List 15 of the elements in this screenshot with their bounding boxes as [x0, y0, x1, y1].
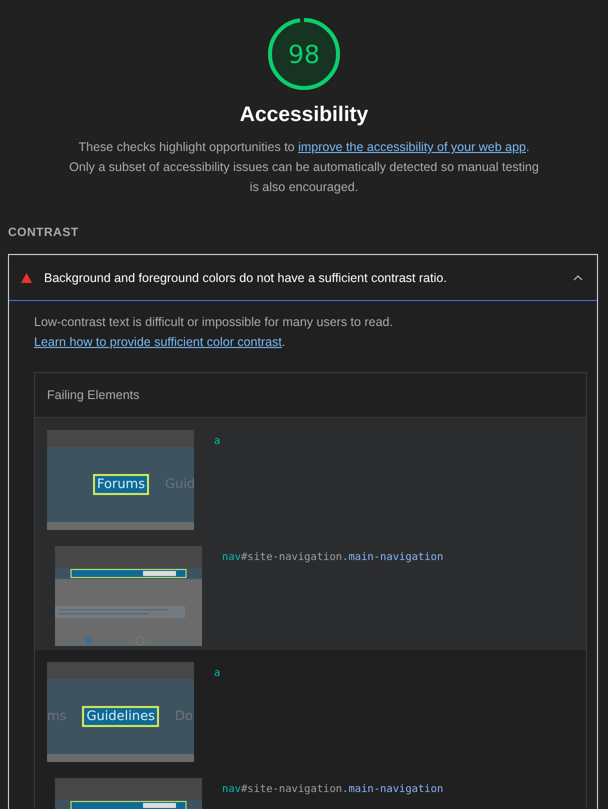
audit-description: Low-contrast text is difficult or impossible for many users to read. Learn how to provide sufficient color contrast. [34, 314, 394, 351]
audit-title: Background and foreground colors do not have a sufficient contrast ratio. [44, 270, 448, 284]
element-selector: nav#site-navigation.main-navigation [222, 551, 444, 563]
node-name: a [214, 667, 220, 679]
link[interactable]: improve the accessibility of your web app [298, 140, 526, 154]
link[interactable]: Learn how to provide sufficient color contrast [34, 335, 282, 349]
node-name: a [214, 435, 220, 447]
audit-header[interactable]: Background and foreground colors do not have a sufficient contrast ratio. [9, 255, 597, 301]
category-description: These checks highlight opportunities to improve the accessibility of your web app. Only a subset of accessibility issues can be automatically detected so manual testing is also encouraged. [69, 139, 539, 196]
warning-icon [21, 272, 32, 282]
category-title: Accessibility [238, 102, 370, 128]
score-value: 98 [288, 40, 320, 69]
group-title: CONTRAST [8, 225, 80, 239]
element-selector: nav#site-navigation.main-navigation [222, 783, 444, 795]
chevron-icon [573, 274, 583, 280]
